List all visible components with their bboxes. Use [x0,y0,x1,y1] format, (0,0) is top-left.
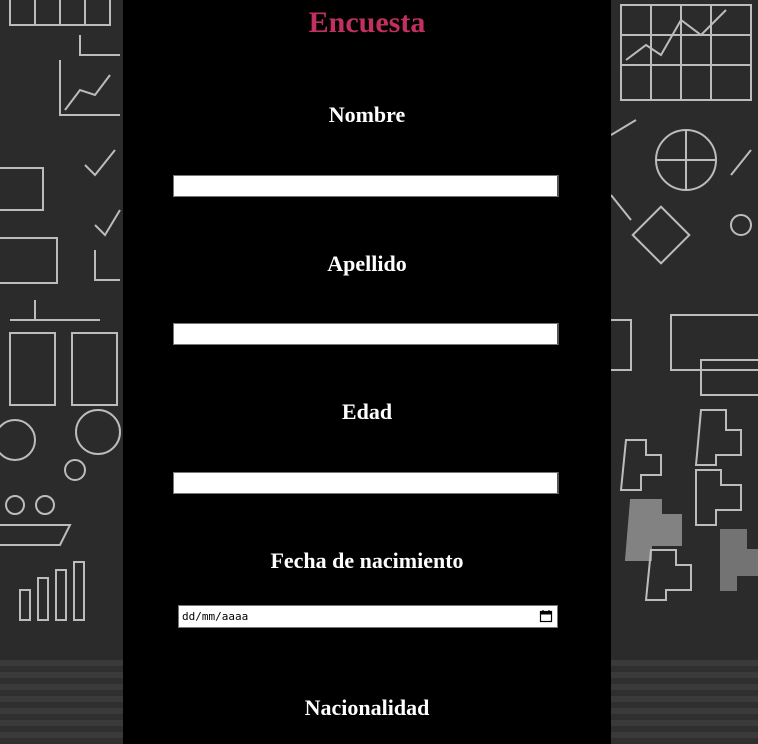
edad-label: Edad [341,399,393,424]
chalkboard-background-left [0,0,123,744]
chalkboard-background-right [611,0,758,744]
edad-input[interactable] [173,472,559,494]
nombre-label: Nombre [328,102,406,127]
calendar-icon[interactable] [539,609,553,623]
fecha-nacimiento-label: Fecha de nacimiento [270,548,464,573]
apellido-input[interactable] [173,323,559,345]
date-placeholder: dd/mm/aaaa [182,610,249,623]
survey-form: Encuesta Nombre Apellido Edad Fecha de n… [123,0,611,744]
apellido-label: Apellido [327,251,407,276]
nacionalidad-label: Nacionalidad [304,695,430,720]
page-title: Encuesta [308,6,426,39]
fecha-nacimiento-input[interactable]: dd/mm/aaaa [178,605,558,628]
nombre-input[interactable] [173,175,559,197]
